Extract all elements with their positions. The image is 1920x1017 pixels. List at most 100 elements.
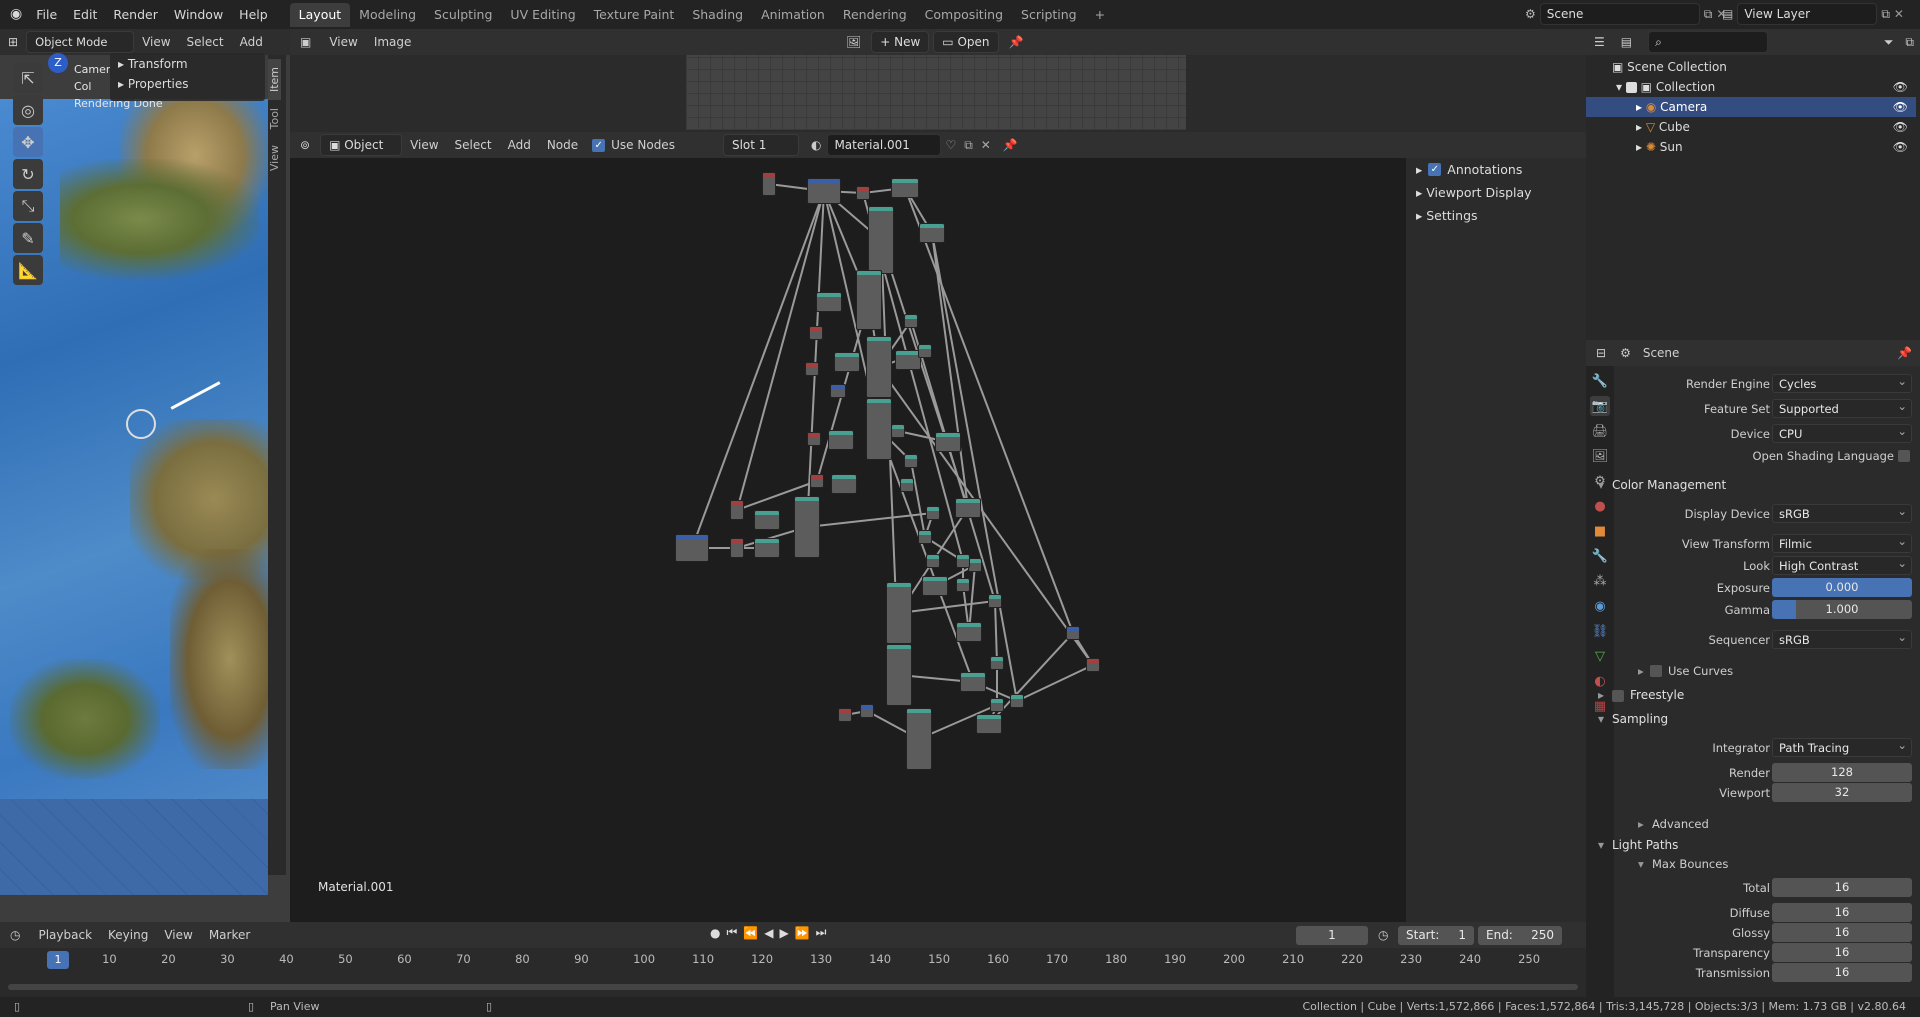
timeline-menu-playback[interactable]: Playback bbox=[30, 922, 100, 948]
unlink-material-icon[interactable]: ✕ bbox=[977, 138, 995, 152]
image-menu-view[interactable]: View bbox=[321, 29, 365, 55]
playhead[interactable]: 1 bbox=[47, 951, 69, 969]
outliner-item-sun[interactable]: ▸ ✺ Sun 👁 bbox=[1586, 137, 1916, 157]
new-collection-icon[interactable]: ⧉ bbox=[1899, 35, 1920, 50]
timeline-ruler[interactable]: 1102030405060708090100110120130140150160… bbox=[0, 950, 1586, 972]
node-menu-node[interactable]: Node bbox=[539, 132, 586, 158]
tab-scripting[interactable]: Scripting bbox=[1012, 3, 1086, 27]
display-mode-icon[interactable]: ▤ bbox=[1613, 35, 1640, 49]
annotate-icon[interactable]: ✎ bbox=[13, 223, 43, 253]
timeline-menu-keying[interactable]: Keying bbox=[100, 922, 156, 948]
menu-window[interactable]: Window bbox=[166, 0, 231, 29]
collection-visibility-icon[interactable]: 👁 bbox=[1893, 77, 1908, 97]
menu-file[interactable]: File bbox=[28, 0, 65, 29]
device-dropdown[interactable]: CPU bbox=[1772, 422, 1912, 443]
viewport-samples-field[interactable]: 32 bbox=[1772, 783, 1912, 802]
tab-shading[interactable]: Shading bbox=[683, 3, 752, 27]
render-engine-dropdown[interactable]: Cycles bbox=[1772, 372, 1912, 393]
total-bounces-field[interactable]: 16 bbox=[1772, 878, 1912, 897]
annotations-panel[interactable]: ▸ ✓ Annotations bbox=[1406, 158, 1586, 181]
osl-checkbox[interactable] bbox=[1898, 450, 1910, 462]
transform-gizmo[interactable] bbox=[126, 409, 156, 439]
shader-node[interactable] bbox=[830, 384, 846, 398]
shader-node[interactable] bbox=[891, 178, 919, 198]
transmission-bounces-field[interactable]: 16 bbox=[1772, 963, 1912, 982]
end-frame-field[interactable]: End: 250 bbox=[1478, 926, 1562, 945]
shader-node[interactable] bbox=[807, 432, 821, 446]
node-menu-view[interactable]: View bbox=[402, 132, 446, 158]
node-menu-select[interactable]: Select bbox=[447, 132, 500, 158]
gamma-slider[interactable]: 1.000 bbox=[1772, 600, 1912, 619]
cube-visibility-icon[interactable]: 👁 bbox=[1893, 117, 1908, 137]
outliner-collection[interactable]: ▾ ▣ Collection 👁 bbox=[1586, 77, 1916, 97]
new-scene-icon[interactable]: ⧉ bbox=[1704, 7, 1713, 22]
menu-render[interactable]: Render bbox=[105, 0, 166, 29]
shader-node[interactable] bbox=[1010, 694, 1024, 708]
use-curves-checkbox[interactable] bbox=[1650, 665, 1662, 677]
color-management-panel[interactable]: Color Management bbox=[1586, 474, 1916, 496]
shader-node[interactable] bbox=[922, 576, 948, 596]
scene-field[interactable]: Scene bbox=[1539, 3, 1700, 25]
duplicate-material-icon[interactable]: ⧉ bbox=[960, 138, 977, 153]
tab-view[interactable]: View bbox=[268, 137, 281, 179]
outliner-item-camera[interactable]: ▸ ◉ Camera 👁 bbox=[1586, 97, 1916, 117]
rotate-icon[interactable]: ↻ bbox=[13, 159, 43, 189]
shader-node[interactable] bbox=[754, 538, 780, 558]
n-panel-transform[interactable]: ▸ Transform bbox=[110, 53, 265, 75]
sun-visibility-icon[interactable]: 👁 bbox=[1893, 137, 1908, 157]
shader-node[interactable] bbox=[838, 708, 852, 722]
shader-node[interactable] bbox=[886, 644, 912, 706]
properties-editor[interactable]: ⊟ ⚙ Scene 📌 🔧 📷 🖨 🖼 ⚙ ● ■ 🔧 ⁂ ◉ ⛓ ▽ ◐ ▦ … bbox=[1586, 340, 1920, 997]
image-editor[interactable]: ▣ View Image 🖼 + New ▭ Open 📌 bbox=[290, 29, 1586, 132]
shader-node[interactable] bbox=[990, 656, 1004, 670]
shader-node[interactable] bbox=[906, 708, 932, 770]
tab-item[interactable]: Item bbox=[268, 59, 281, 101]
add-workspace-icon[interactable]: + bbox=[1086, 3, 1114, 27]
shader-node[interactable] bbox=[856, 270, 882, 330]
feature-set-dropdown[interactable]: Supported bbox=[1772, 397, 1912, 418]
shader-node[interactable] bbox=[816, 292, 842, 312]
outliner[interactable]: ☰ ▤ ⌕ ⏷ ⧉ ▣ Scene Collection ▾ ▣ Collect… bbox=[1586, 29, 1920, 340]
shader-node[interactable] bbox=[960, 672, 986, 692]
display-device-dropdown[interactable]: sRGB bbox=[1772, 502, 1912, 523]
record-icon[interactable]: ● bbox=[710, 926, 720, 940]
viewport-3d[interactable]: ⊞ Object Mode View Select Add ⇱ ◎ ✥ ↻ ⤡ … bbox=[0, 29, 290, 922]
shader-node[interactable] bbox=[956, 622, 982, 642]
outliner-scene-collection[interactable]: ▣ Scene Collection bbox=[1586, 57, 1916, 77]
shader-node[interactable] bbox=[990, 698, 1004, 712]
shader-node[interactable] bbox=[904, 454, 918, 468]
filter-icon[interactable]: ⏷ bbox=[1878, 35, 1900, 50]
shader-node[interactable] bbox=[976, 714, 1002, 734]
viewport-menu-add[interactable]: Add bbox=[232, 29, 271, 55]
node-menu-add[interactable]: Add bbox=[500, 132, 539, 158]
timeline-type-icon[interactable]: ◷ bbox=[0, 928, 30, 942]
camera-visibility-icon[interactable]: 👁 bbox=[1893, 97, 1908, 117]
shader-node[interactable] bbox=[831, 474, 857, 494]
delete-view-layer-icon[interactable]: ✕ bbox=[1894, 7, 1904, 21]
properties-type-icon[interactable]: ⊟ bbox=[1586, 346, 1616, 360]
tab-modeling[interactable]: Modeling bbox=[350, 3, 425, 27]
shader-node[interactable] bbox=[918, 530, 932, 544]
shader-node[interactable] bbox=[794, 496, 820, 558]
shader-node[interactable] bbox=[730, 500, 744, 520]
sampling-panel[interactable]: Sampling bbox=[1586, 708, 1916, 730]
integrator-dropdown[interactable]: Path Tracing bbox=[1772, 736, 1912, 757]
shader-node[interactable] bbox=[828, 430, 854, 450]
preview-range-icon[interactable]: ◷ bbox=[1378, 922, 1388, 948]
shader-node[interactable] bbox=[926, 506, 940, 520]
prev-keyframe-icon[interactable]: ⏪ bbox=[743, 926, 758, 940]
shader-node[interactable] bbox=[866, 398, 892, 460]
shader-node[interactable] bbox=[956, 578, 970, 592]
sequencer-dropdown[interactable]: sRGB bbox=[1772, 628, 1912, 649]
outliner-type-icon[interactable]: ☰ bbox=[1586, 35, 1613, 49]
tab-layout[interactable]: Layout bbox=[289, 2, 351, 27]
shader-node[interactable] bbox=[856, 186, 870, 200]
viewport-menu-select[interactable]: Select bbox=[179, 29, 232, 55]
scale-icon[interactable]: ⤡ bbox=[13, 191, 43, 221]
outliner-item-cube[interactable]: ▸ ▽ Cube 👁 bbox=[1586, 117, 1916, 137]
editor-type-icon[interactable]: ⊞ bbox=[0, 35, 26, 49]
play-icon[interactable]: ▶ bbox=[779, 926, 788, 940]
tab-animation[interactable]: Animation bbox=[752, 3, 834, 27]
navigation-gizmo[interactable]: Z bbox=[48, 53, 68, 73]
shader-node[interactable] bbox=[968, 558, 982, 572]
